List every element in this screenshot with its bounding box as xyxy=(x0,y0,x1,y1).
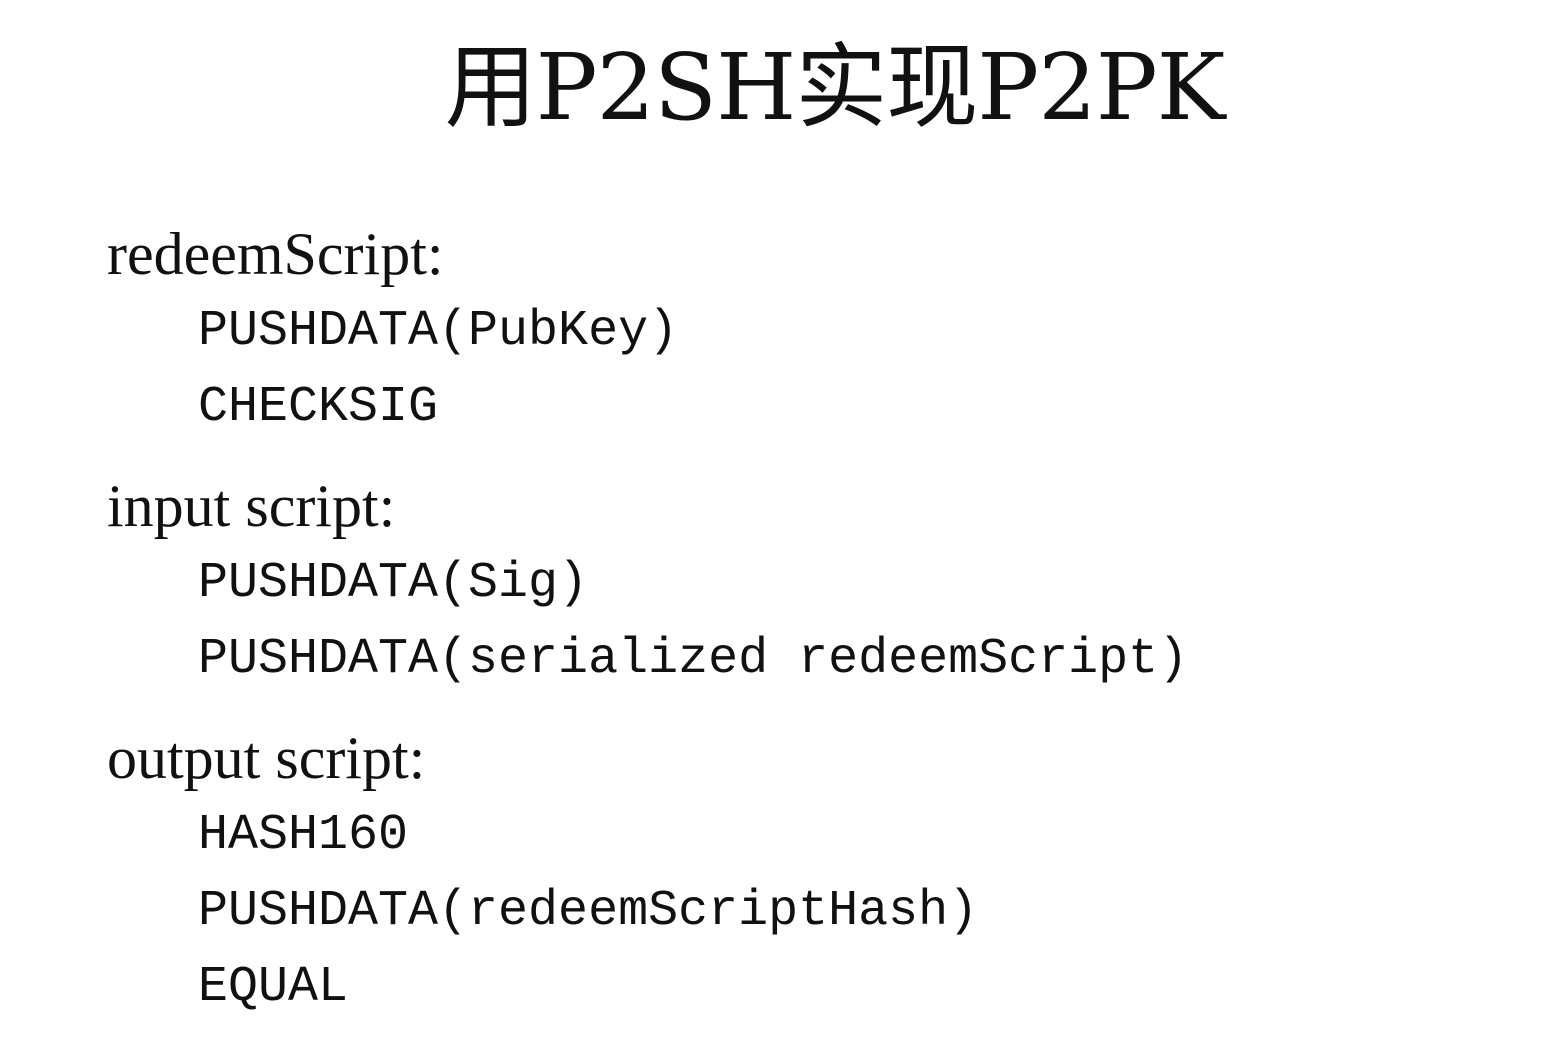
redeem-script-section: redeemScript: PUSHDATA(PubKey) CHECKSIG xyxy=(107,214,1188,446)
input-script-code: PUSHDATA(Sig) PUSHDATA(serialized redeem… xyxy=(107,546,1188,698)
slide: 用P2SH实现P2PK redeemScript: PUSHDATA(PubKe… xyxy=(0,0,1541,1059)
redeem-script-code: PUSHDATA(PubKey) CHECKSIG xyxy=(107,294,1188,446)
code-line: EQUAL xyxy=(198,959,349,1016)
code-line: HASH160 xyxy=(198,807,409,864)
code-line: CHECKSIG xyxy=(198,379,439,436)
code-line: PUSHDATA(redeemScriptHash) xyxy=(198,883,979,940)
output-script-section: output script: HASH160 PUSHDATA(redeemSc… xyxy=(107,718,1188,1026)
input-script-section: input script: PUSHDATA(Sig) PUSHDATA(ser… xyxy=(107,466,1188,698)
redeem-script-heading: redeemScript: xyxy=(107,221,444,287)
output-script-code: HASH160 PUSHDATA(redeemScriptHash) EQUAL xyxy=(107,798,1188,1026)
slide-content: redeemScript: PUSHDATA(PubKey) CHECKSIG … xyxy=(107,214,1188,1026)
code-line: PUSHDATA(serialized redeemScript) xyxy=(198,631,1189,688)
input-script-heading: input script: xyxy=(107,473,396,539)
output-script-heading: output script: xyxy=(107,725,426,791)
slide-title: 用P2SH实现P2PK xyxy=(444,34,1226,141)
code-line: PUSHDATA(Sig) xyxy=(198,555,589,612)
code-line: PUSHDATA(PubKey) xyxy=(198,303,679,360)
